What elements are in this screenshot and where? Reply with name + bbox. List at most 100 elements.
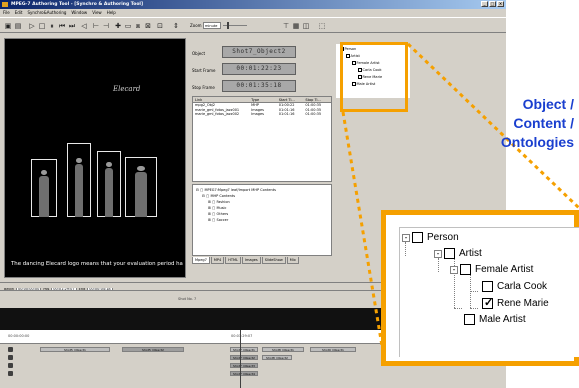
tab-mpeg7[interactable]: Mpeg7 [192,257,210,264]
pause-icon[interactable]: ⏸ [48,22,56,30]
tab-mix[interactable]: Mix [286,257,299,264]
callout-label: Object / Content / Ontologies [501,95,574,152]
zoom-fit-icon[interactable]: ⇕ [172,22,180,30]
object-clip[interactable]: Shot9_Object1 [310,347,356,352]
object-clip[interactable]: Shot8_Object1 [262,347,304,352]
tree-node-label: MHP Contents [210,194,236,198]
checkbox-icon[interactable] [482,281,493,292]
step-back-icon[interactable]: ⏮ [58,22,66,30]
app-icon [2,2,8,7]
tree-node-female-artist[interactable]: - Female Artist [450,264,533,275]
column-header[interactable]: Type [250,97,278,102]
tree-node-artist[interactable]: - Artist [434,248,482,259]
start-frame-display: 00:01:22:23 [222,63,296,75]
tab-mp4[interactable]: MP4 [210,257,225,264]
musician-body [39,176,49,217]
zoom-label: Zoom [190,23,202,28]
tree-node-label: Soccer [216,218,229,222]
tree-node-label: Fashion [216,200,230,204]
checkbox-icon[interactable] [464,314,475,325]
object-clip[interactable]: Shot7_Object3 [230,363,258,368]
collapse-icon[interactable]: - [450,265,458,274]
ontology-tree[interactable]: - Person - Artist - Female Artist Carla … [399,227,579,357]
tree-node-rene-marie[interactable]: Rene Marie [482,296,549,309]
collapse-icon[interactable]: - [402,233,410,242]
link-table[interactable]: Link Type Start Ti... Stop Ti... mpg2_Ob… [192,96,332,182]
tree-node[interactable]: ⊞ ▢ Music [208,206,226,210]
tree-node[interactable]: ⊞ ▢ Fashion [208,200,230,204]
zoom-select[interactable]: minute [203,22,221,29]
tab-html[interactable]: HTML [225,257,241,264]
column-header[interactable]: Start Ti... [278,97,305,102]
zoom-slider[interactable] [223,22,247,29]
callout-line-3: Ontologies [500,134,574,150]
layout-icon[interactable]: ◫ [302,22,310,30]
cut-icon[interactable]: ⧈ [134,22,142,30]
collapse-icon[interactable]: - [434,249,442,258]
open-icon[interactable]: ▤ [14,22,22,30]
object-clip[interactable]: Shot7_Object4 [230,371,258,376]
checkbox-icon[interactable] [460,264,471,275]
zoom-slider-knob[interactable] [227,22,229,29]
object-clip[interactable]: Shot7_Object1 [230,347,258,352]
filter-icon[interactable]: ⊤ [282,22,290,30]
tree-node-label: Others [216,212,229,216]
mark-in-icon[interactable]: ⊢ [92,22,100,30]
video-preview[interactable]: Elecard The dancing Elecard logo means t… [4,38,186,278]
tree-node[interactable]: ⊟ ▢ MHP Contents [202,194,235,198]
menu-edit[interactable]: Edit [15,9,23,17]
table-cell: marie_gml_fotos_jazz002 [195,112,240,116]
musician-box-4 [125,157,157,217]
grid-icon[interactable]: ▦ [292,22,300,30]
close-button[interactable]: × [497,1,504,7]
tree-connector [470,308,478,309]
table-cell: Images [251,112,264,116]
tree-node-carla-cook[interactable]: Carla Cook [482,281,547,292]
menu-window[interactable]: Window [71,9,87,17]
menu-file[interactable]: File [3,9,10,17]
tree-connector [454,308,462,309]
checkbox-icon[interactable] [444,248,455,259]
export-icon[interactable]: ⬚ [318,22,326,30]
musician-box-2 [67,143,91,217]
timeline-cursor[interactable] [240,330,241,388]
callout-line-1: Object / [522,96,574,112]
tree-node[interactable]: ⊞ ▢ Soccer [208,218,228,222]
tree-node[interactable]: ⊞ ▢ Others [208,212,228,216]
object-clip[interactable]: Shot7_Object2 [230,355,258,360]
rewind-icon[interactable]: ◁ [80,22,88,30]
tree-root[interactable]: ⊟ ▢ MPEG7:Mpeg7 leaf/Import MHP Contents [196,188,276,192]
tab-images[interactable]: Images [241,257,261,264]
ontology-highlight-frame [340,42,408,112]
checkbox-icon[interactable] [412,232,423,243]
checkbox-checked-icon[interactable] [482,296,493,309]
rectangle-icon[interactable]: ▭ [124,22,132,30]
maximize-button[interactable]: □ [489,1,496,7]
menu-view[interactable]: View [92,9,102,17]
table-row[interactable]: marie_gml_fotos_jazz002 Images 01:01:16 … [193,112,331,117]
mpeg7-content-tree[interactable]: ⊟ ▢ MPEG7:Mpeg7 leaf/Import MHP Contents… [192,184,332,256]
tree-node-label: Music [216,206,227,210]
mark-out-icon[interactable]: ⊣ [102,22,110,30]
tab-slideshow[interactable]: SlideShow [261,257,286,264]
object-clip[interactable]: Shot5_Object1 [40,347,110,352]
object-track-4[interactable]: Shot7_Object4 [0,370,506,377]
step-forward-icon[interactable]: ⏭ [68,22,76,30]
object-clip[interactable]: Shot8_Object2 [262,355,292,360]
menu-help[interactable]: Help [107,9,116,17]
tree-node-person[interactable]: - Person [402,232,459,243]
properties-icon[interactable]: ⊡ [156,22,164,30]
add-object-icon[interactable]: ✚ [114,22,122,30]
delete-icon[interactable]: ⊠ [144,22,152,30]
column-header[interactable]: Stop Ti... [304,97,331,102]
menu-synchro-authoring[interactable]: Synchro&Authoring [27,9,66,17]
play-icon[interactable]: ▷ [28,22,36,30]
tree-node-male-artist[interactable]: Male Artist [464,314,526,325]
save-icon[interactable]: ▣ [4,22,12,30]
minimize-button[interactable]: _ [481,1,488,7]
window-title: MPEG-7 Authoring Tool - [Synchro & Autho… [11,2,144,7]
column-header[interactable]: Link [193,97,250,102]
stop-icon[interactable]: □ [38,22,46,30]
tree-root-label: MPEG7:Mpeg7 leaf/Import MHP Contents [204,188,276,192]
object-clip[interactable]: Shot5_Object2 [122,347,184,352]
